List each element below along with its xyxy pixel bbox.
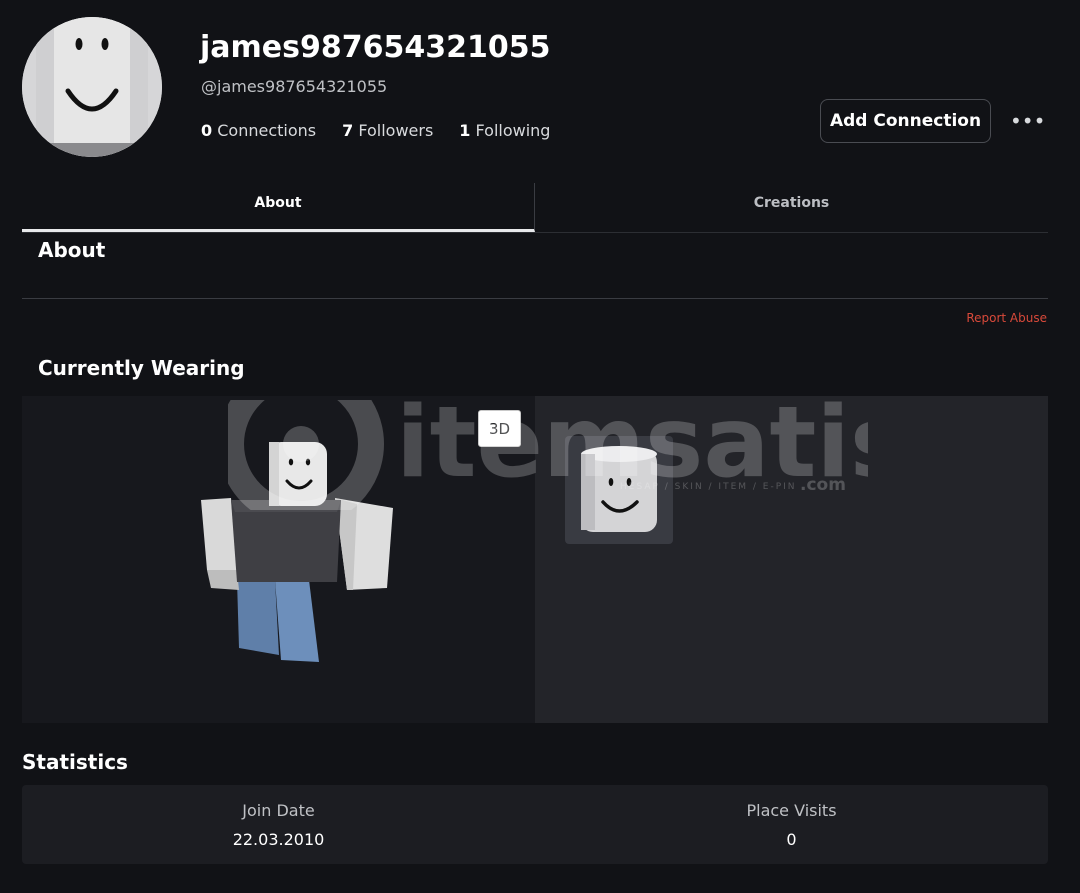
currently-wearing-heading: Currently Wearing — [38, 356, 245, 380]
connections-count: 0 — [201, 121, 213, 140]
profile-avatar[interactable] — [22, 17, 162, 157]
avatar-3d-model — [201, 442, 393, 662]
followers-label: Followers — [358, 121, 434, 140]
followers-link[interactable]: 7 Followers — [342, 121, 433, 140]
tab-about[interactable]: About — [22, 183, 535, 232]
join-date-stat: Join Date 22.03.2010 — [22, 785, 535, 864]
profile-tabs: About Creations — [22, 183, 1048, 233]
connections-label: Connections — [217, 121, 317, 140]
statistics-heading: Statistics — [22, 750, 128, 774]
join-date-label: Join Date — [242, 801, 315, 820]
following-count: 1 — [459, 121, 471, 140]
connections-link[interactable]: 0 Connections — [201, 121, 316, 140]
place-visits-label: Place Visits — [746, 801, 837, 820]
tab-creations[interactable]: Creations — [535, 183, 1048, 232]
currently-wearing-panel: 3D — [22, 396, 1048, 723]
view-3d-toggle-button[interactable]: 3D — [478, 410, 521, 447]
wearing-items-grid — [535, 396, 1048, 723]
username-handle: @james987654321055 — [201, 77, 388, 96]
head-item-image — [581, 446, 657, 532]
more-options-icon[interactable]: ••• — [1010, 107, 1045, 135]
report-abuse-link[interactable]: Report Abuse — [966, 311, 1047, 325]
place-visits-value: 0 — [786, 830, 797, 849]
avatar-headshot-image — [22, 17, 162, 157]
wearing-item-tile[interactable] — [565, 436, 673, 544]
display-name: james987654321055 — [200, 30, 551, 65]
place-visits-stat: Place Visits 0 — [535, 785, 1048, 864]
add-connection-button[interactable]: Add Connection — [820, 99, 991, 143]
divider — [22, 298, 1048, 299]
social-stats: 0 Connections 7 Followers 1 Following — [201, 121, 576, 140]
following-link[interactable]: 1 Following — [459, 121, 550, 140]
statistics-panel: Join Date 22.03.2010 Place Visits 0 — [22, 785, 1048, 864]
about-heading: About — [38, 238, 106, 262]
avatar-viewer[interactable]: 3D — [22, 396, 535, 723]
join-date-value: 22.03.2010 — [232, 830, 325, 849]
followers-count: 7 — [342, 121, 354, 140]
following-label: Following — [475, 121, 551, 140]
